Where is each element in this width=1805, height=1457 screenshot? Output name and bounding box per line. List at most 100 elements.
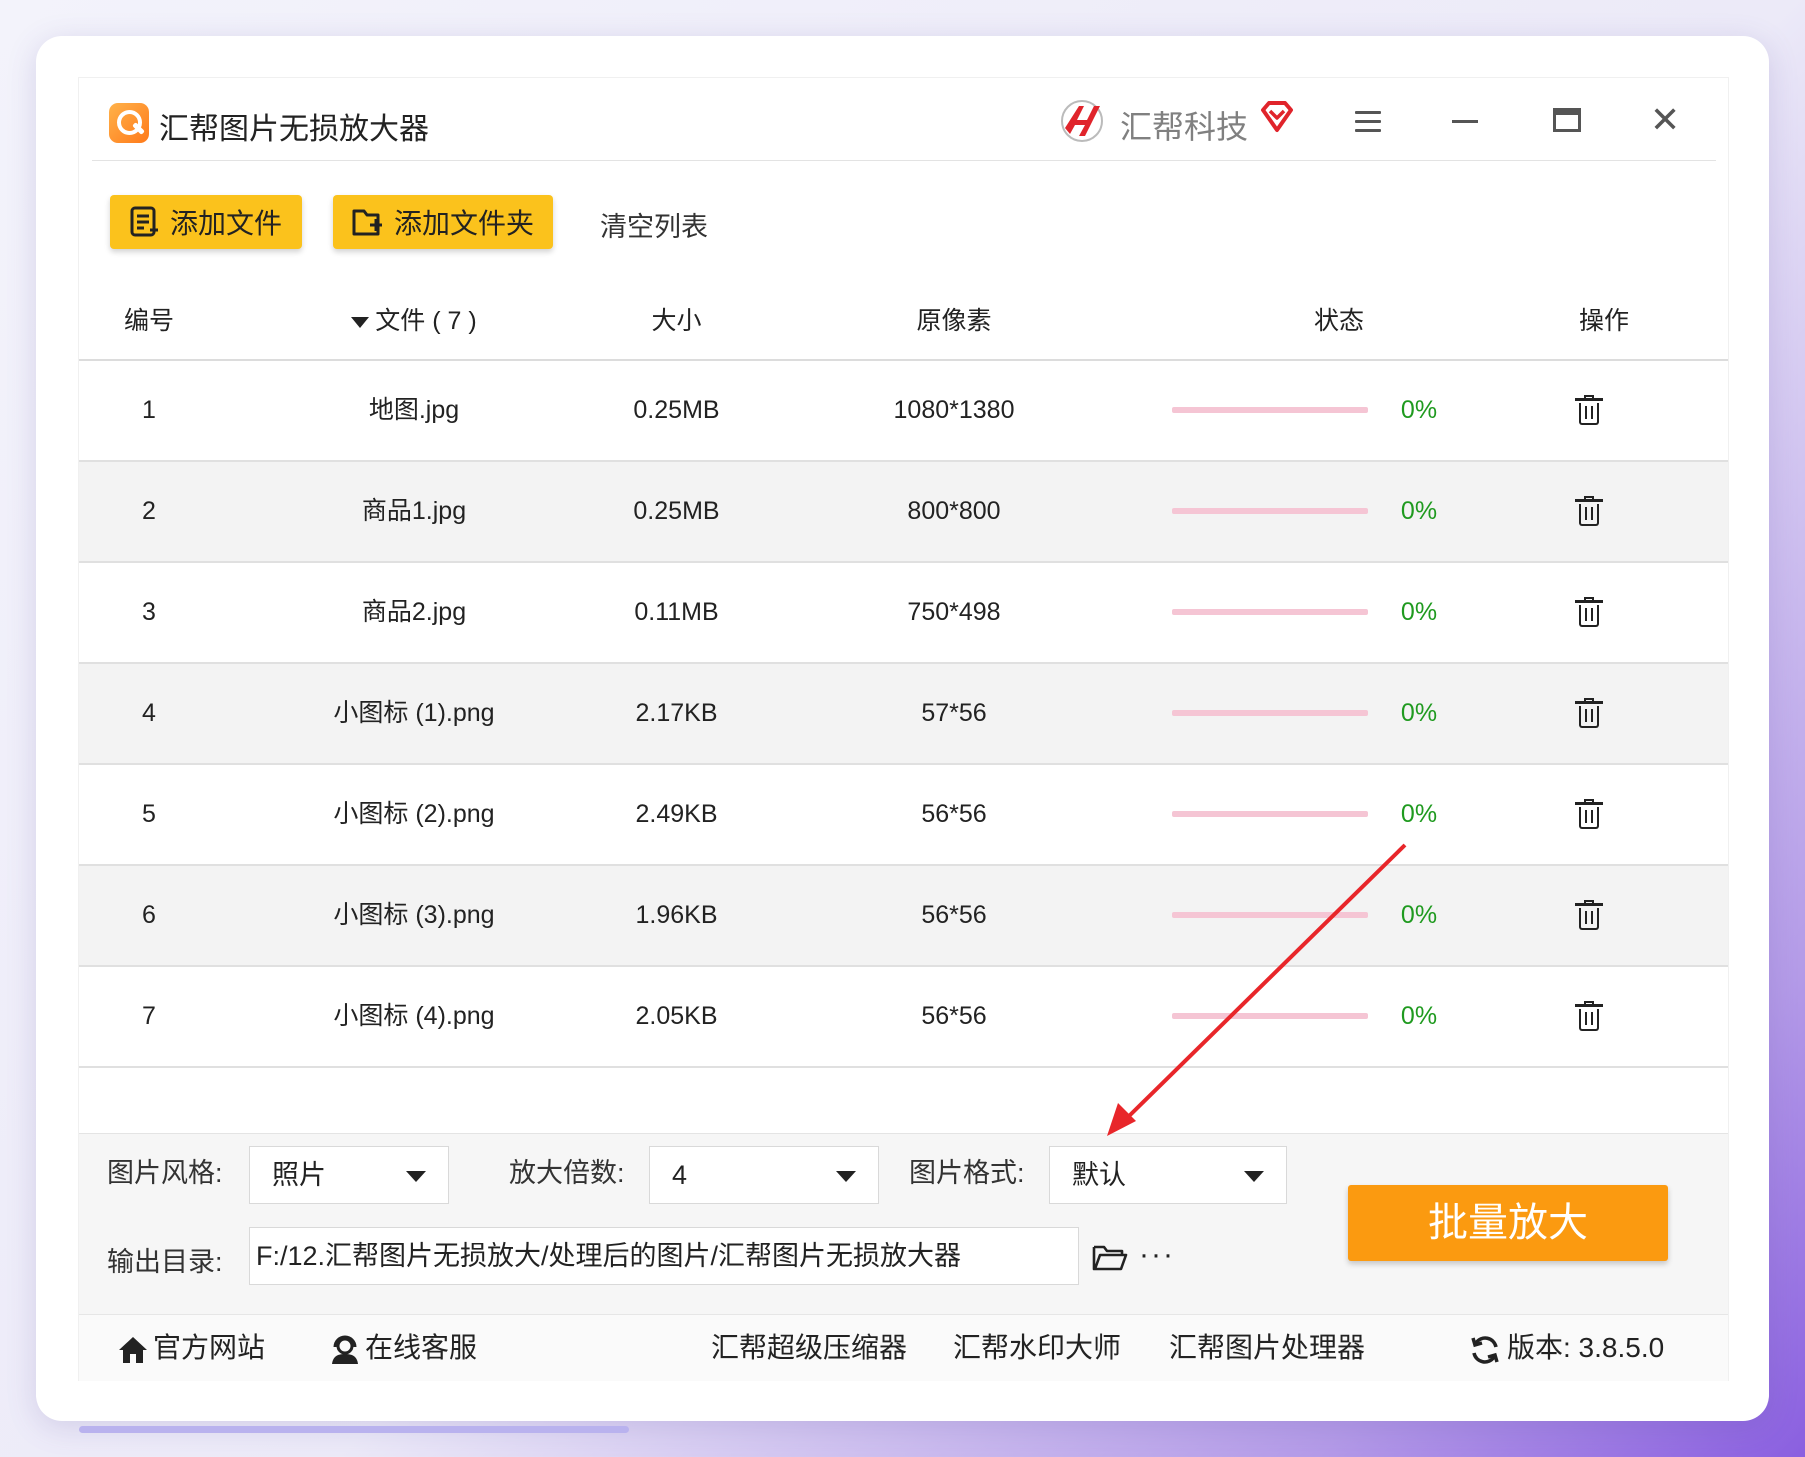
progress-bar: [1172, 407, 1368, 413]
style-select[interactable]: 照片: [249, 1146, 449, 1204]
folder-plus-icon: [352, 209, 382, 236]
progress-bar: [1172, 508, 1368, 514]
header-pixels: 原像素: [916, 307, 992, 335]
trash-icon[interactable]: [1575, 698, 1603, 728]
add-file-label: 添加文件: [169, 208, 282, 239]
table-row[interactable]: 2 商品1.jpg 0.25MB 800*800 0%: [79, 462, 1728, 563]
table-row[interactable]: 1 地图.jpg 0.25MB 1080*1380 0%: [79, 361, 1728, 462]
scale-select[interactable]: 4: [649, 1146, 879, 1204]
trash-icon[interactable]: [1575, 1001, 1603, 1031]
trash-icon[interactable]: [1575, 900, 1603, 930]
header-op: 操作: [1578, 307, 1629, 335]
progress-percent: 0%: [1400, 800, 1438, 828]
table-row[interactable]: 5 小图标 (2).png 2.49KB 56*56 0%: [79, 765, 1728, 866]
progress-percent: 0%: [1400, 598, 1438, 626]
app-title: 汇帮图片无损放大器: [159, 113, 429, 146]
maximize-icon[interactable]: [1553, 108, 1581, 132]
scroll-indicator[interactable]: [79, 1426, 629, 1433]
clear-list-button[interactable]: 清空列表: [600, 205, 708, 244]
brand-name: 汇帮科技: [1120, 109, 1249, 145]
trash-icon[interactable]: [1575, 395, 1603, 425]
row-pixels: 800*800: [907, 497, 1001, 525]
row-no: 5: [142, 800, 156, 828]
row-file: 商品1.jpg: [361, 497, 467, 525]
table-row[interactable]: 4 小图标 (1).png 2.17KB 57*56 0%: [79, 664, 1728, 765]
more-icon[interactable]: ···: [1139, 1238, 1175, 1272]
hamburger-icon[interactable]: [1355, 111, 1381, 138]
document-list-icon: [130, 206, 158, 237]
refresh-icon: [1471, 1335, 1499, 1364]
app-window: 汇帮图片无损放大器 汇帮科技 ✕ 添加文件 添加文件夹 清空列表 编号 文件 (…: [78, 77, 1729, 1381]
row-file: 小图标 (3).png: [333, 901, 495, 929]
minimize-icon[interactable]: [1452, 120, 1478, 123]
row-size: 2.05KB: [635, 1002, 718, 1030]
version-info[interactable]: 版本: 3.8.5.0: [1469, 1315, 1664, 1381]
table-header: 编号 文件 ( 7 ) 大小 原像素 状态 操作: [79, 283, 1728, 361]
progress-bar: [1172, 710, 1368, 716]
footer-bar: 官方网站 在线客服 汇帮超级压缩器 汇帮水印大师 汇帮图片处理器 版本: 3.8…: [79, 1314, 1728, 1381]
row-pixels: 1080*1380: [893, 396, 1015, 424]
progress-percent: 0%: [1400, 1002, 1438, 1030]
version-label: 版本: 3.8.5.0: [1507, 1332, 1665, 1363]
row-pixels: 57*56: [921, 699, 987, 727]
row-no: 4: [142, 699, 156, 727]
row-size: 0.25MB: [633, 396, 720, 424]
row-pixels: 56*56: [921, 1002, 987, 1030]
progress-percent: 0%: [1400, 699, 1438, 727]
row-file: 小图标 (1).png: [333, 699, 495, 727]
title-bar: 汇帮图片无损放大器 汇帮科技 ✕: [79, 78, 1728, 162]
progress-percent: 0%: [1400, 497, 1438, 525]
header-file[interactable]: 文件 ( 7 ): [269, 283, 559, 359]
trash-icon[interactable]: [1575, 597, 1603, 627]
title-separator: [92, 160, 1716, 161]
row-file: 地图.jpg: [368, 396, 460, 424]
progress-bar: [1172, 811, 1368, 817]
home-icon: [119, 1336, 147, 1363]
row-no: 1: [142, 396, 156, 424]
progress-percent: 0%: [1400, 396, 1438, 424]
folder-open-icon[interactable]: [1092, 1242, 1128, 1272]
row-file: 小图标 (2).png: [333, 800, 495, 828]
row-pixels: 56*56: [921, 800, 987, 828]
table-row[interactable]: 7 小图标 (4).png 2.05KB 56*56 0%: [79, 967, 1728, 1068]
header-no: 编号: [123, 307, 174, 335]
chevron-down-icon: [836, 1171, 856, 1182]
row-no: 2: [142, 497, 156, 525]
trash-icon[interactable]: [1575, 799, 1603, 829]
row-pixels: 56*56: [921, 901, 987, 929]
output-path-input[interactable]: F:/12.汇帮图片无损放大/处理后的图片/汇帮图片无损放大器: [249, 1227, 1079, 1285]
image-processor-link[interactable]: 汇帮图片处理器: [1169, 1315, 1365, 1381]
header-file-label: 文件 ( 7 ): [375, 307, 477, 335]
row-size: 1.96KB: [635, 901, 718, 929]
magnifier-icon: [109, 103, 149, 143]
add-folder-label: 添加文件夹: [393, 208, 534, 239]
website-link[interactable]: 官方网站: [117, 1315, 265, 1381]
add-folder-button[interactable]: 添加文件夹: [333, 195, 553, 249]
close-icon[interactable]: ✕: [1650, 102, 1680, 138]
format-select[interactable]: 默认: [1049, 1146, 1287, 1204]
row-no: 6: [142, 901, 156, 929]
row-pixels: 750*498: [907, 598, 1001, 626]
diamond-vip-icon[interactable]: [1257, 98, 1297, 138]
row-no: 3: [142, 598, 156, 626]
scale-label: 放大倍数:: [509, 1158, 625, 1188]
format-label: 图片格式:: [909, 1158, 1025, 1188]
style-value: 照片: [272, 1160, 326, 1190]
row-file: 商品2.jpg: [361, 598, 467, 626]
row-no: 7: [142, 1002, 156, 1030]
row-size: 2.17KB: [635, 699, 718, 727]
sort-down-icon[interactable]: [351, 316, 370, 328]
compressor-link[interactable]: 汇帮超级压缩器: [711, 1315, 907, 1381]
headset-user-icon: [332, 1335, 358, 1364]
style-label: 图片风格:: [107, 1158, 223, 1188]
trash-icon[interactable]: [1575, 496, 1603, 526]
add-file-button[interactable]: 添加文件: [110, 195, 302, 249]
progress-bar: [1172, 1013, 1368, 1019]
table-row[interactable]: 3 商品2.jpg 0.11MB 750*498 0%: [79, 563, 1728, 664]
table-row[interactable]: 6 小图标 (3).png 1.96KB 56*56 0%: [79, 866, 1728, 967]
support-label: 在线客服: [365, 1332, 478, 1363]
header-state: 状态: [1313, 307, 1364, 335]
support-link[interactable]: 在线客服: [329, 1315, 477, 1381]
watermark-link[interactable]: 汇帮水印大师: [953, 1315, 1121, 1381]
batch-enlarge-button[interactable]: 批量放大: [1348, 1185, 1668, 1261]
